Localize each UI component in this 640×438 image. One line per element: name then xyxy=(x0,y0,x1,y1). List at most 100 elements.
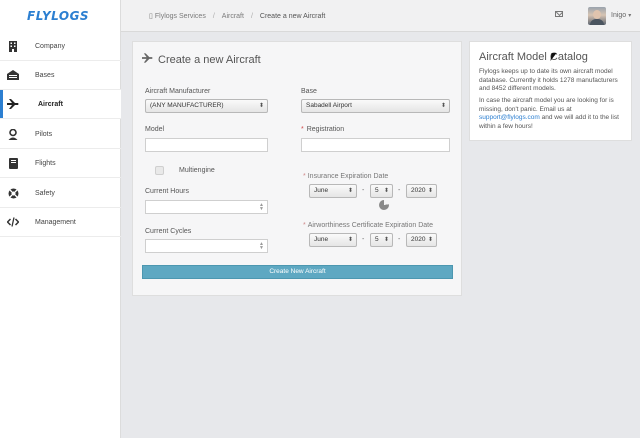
required-marker: * xyxy=(303,222,306,229)
hours-label: Current Hours xyxy=(145,188,189,195)
breadcrumb-home[interactable]: Flylogs Services xyxy=(155,13,206,20)
multiengine-checkbox[interactable] xyxy=(155,166,164,175)
insurance-month-select[interactable]: June ⬍ xyxy=(309,184,357,198)
avatar[interactable] xyxy=(588,7,606,25)
create-aircraft-panel: Create a new Aircraft Aircraft Manufactu… xyxy=(132,41,462,296)
select-arrows-icon: ⬍ xyxy=(440,103,446,109)
insurance-day-select[interactable]: 5 ⬍ xyxy=(370,184,393,198)
required-marker: * xyxy=(303,173,306,180)
sidebar-item-label: Bases xyxy=(35,71,55,79)
number-spinner-icon[interactable]: ▲ ▼ xyxy=(259,242,264,251)
sidebar-item-company[interactable]: Company xyxy=(0,32,121,61)
registration-label: * Registration xyxy=(301,126,344,133)
sidebar-item-management[interactable]: Management xyxy=(0,208,121,237)
registration-input[interactable] xyxy=(301,138,450,152)
logbook-icon xyxy=(7,157,19,169)
model-label: Model xyxy=(145,126,165,133)
catalog-help-text: In case the aircraft model you are looki… xyxy=(479,97,627,131)
insurance-day-value: 5 xyxy=(375,187,379,194)
breadcrumb-aircraft[interactable]: Aircraft xyxy=(222,13,244,20)
select-arrows-icon: ⬍ xyxy=(347,237,353,243)
multiengine-label: Multiengine xyxy=(179,167,215,174)
catalog-title: Aircraft Model Catalog xyxy=(479,51,588,63)
lifebuoy-icon xyxy=(7,187,19,199)
date-separator: - xyxy=(398,236,401,243)
caret-down-icon: ▾ xyxy=(628,13,632,19)
sidebar-item-flights[interactable]: Flights xyxy=(0,149,121,178)
base-select[interactable]: Sabadell Airport ⬍ xyxy=(301,99,450,113)
sidebar-item-label: Aircraft xyxy=(38,100,63,108)
aircraft-model-catalog-panel: Aircraft Model Catalog Flylogs keeps up … xyxy=(469,41,632,141)
sidebar-item-safety[interactable]: Safety xyxy=(0,179,121,208)
airworthiness-label-text: Airworthiness Certificate Expiration Dat… xyxy=(307,222,434,229)
select-arrows-icon: ⬍ xyxy=(347,188,353,194)
insurance-year-select[interactable]: 2020 ⬍ xyxy=(406,184,437,198)
select-arrows-icon: ⬍ xyxy=(258,103,264,109)
building-icon xyxy=(7,40,19,52)
number-spinner-icon[interactable]: ▲ ▼ xyxy=(259,203,264,212)
sidebar-item-label: Flights xyxy=(35,159,56,167)
sidebar-item-label: Management xyxy=(35,218,76,226)
cycles-label: Current Cycles xyxy=(145,228,192,235)
airworthiness-day-value: 5 xyxy=(375,236,379,243)
logo-area: FLYLOGS xyxy=(0,0,120,32)
airworthiness-year-select[interactable]: 2020 ⬍ xyxy=(406,233,437,247)
sidebar-item-label: Pilots xyxy=(35,130,53,138)
breadcrumb-separator: / xyxy=(250,12,253,20)
insurance-label-text: Insurance Expiration Date xyxy=(307,173,389,180)
sidebar-item-pilots[interactable]: Pilots xyxy=(0,120,121,149)
manufacturer-select[interactable]: (ANY MANUFACTURER) ⬍ xyxy=(145,99,268,113)
user-name: Inigo xyxy=(611,12,627,19)
active-indicator xyxy=(0,90,3,118)
sidebar-item-label: Company xyxy=(35,42,65,50)
catalog-help-before: In case the aircraft model you are looki… xyxy=(479,97,614,113)
select-arrows-icon: ⬍ xyxy=(427,188,433,194)
airworthiness-month-select[interactable]: June ⬍ xyxy=(309,233,357,247)
date-separator: - xyxy=(362,187,365,194)
airworthiness-month-value: June xyxy=(314,236,329,243)
base-value: Sabadell Airport xyxy=(306,102,352,109)
code-icon xyxy=(7,216,19,228)
breadcrumb-current: Create a new Aircraft xyxy=(259,12,326,20)
hours-input[interactable]: ▲ ▼ xyxy=(145,200,268,214)
sidebar-item-aircraft[interactable]: Aircraft xyxy=(0,90,121,119)
insurance-year-value: 2020 xyxy=(411,187,426,194)
sidebar-item-label: Safety xyxy=(35,189,55,197)
select-arrows-icon: ⬍ xyxy=(383,188,389,194)
required-marker: * xyxy=(301,126,304,133)
building-icon: ▯ xyxy=(149,13,153,20)
select-arrows-icon: ⬍ xyxy=(383,237,389,243)
panel-title: Create a new Aircraft xyxy=(142,53,261,66)
manufacturer-value: (ANY MANUFACTURER) xyxy=(150,102,224,109)
airworthiness-label: * Airworthiness Certificate Expiration Da… xyxy=(303,222,433,229)
page-title: Create a new Aircraft xyxy=(158,53,261,66)
airworthiness-day-select[interactable]: 5 ⬍ xyxy=(370,233,393,247)
select-arrows-icon: ⬍ xyxy=(427,237,433,243)
mail-icon[interactable] xyxy=(555,11,563,17)
sidebar-item-bases[interactable]: Bases xyxy=(0,61,121,90)
flylogs-logo[interactable]: FLYLOGS xyxy=(27,9,89,23)
airworthiness-year-value: 2020 xyxy=(411,236,426,243)
plane-icon xyxy=(142,53,153,66)
manufacturer-label: Aircraft Manufacturer xyxy=(145,88,211,95)
cycles-input[interactable]: ▲ ▼ xyxy=(145,239,268,253)
pilot-icon xyxy=(7,128,19,140)
model-input[interactable] xyxy=(145,138,268,152)
breadcrumb-separator: / xyxy=(212,12,215,20)
hangar-icon xyxy=(7,69,19,81)
catalog-description: Flylogs keeps up to date its own aircraf… xyxy=(479,68,618,93)
top-bar: ▯ Flylogs Services / Aircraft / Create a… xyxy=(121,0,640,32)
create-aircraft-button[interactable]: Create New Aircraft xyxy=(142,265,453,279)
support-email-link[interactable]: support@flylogs.com xyxy=(479,114,540,121)
loading-spinner-icon xyxy=(379,200,389,210)
date-separator: - xyxy=(362,236,365,243)
insurance-month-value: June xyxy=(314,187,329,194)
base-label: Base xyxy=(301,88,317,95)
registration-label-text: Registration xyxy=(306,126,345,133)
plane-icon xyxy=(7,98,19,110)
date-separator: - xyxy=(398,187,401,194)
sidebar: FLYLOGS Company Bases Aircraft Pilots Fl… xyxy=(0,0,121,438)
insurance-label: * Insurance Expiration Date xyxy=(303,173,388,180)
user-menu[interactable]: Inigo ▾ xyxy=(611,12,631,19)
breadcrumb: ▯ Flylogs Services / Aircraft / Create a… xyxy=(149,12,326,21)
